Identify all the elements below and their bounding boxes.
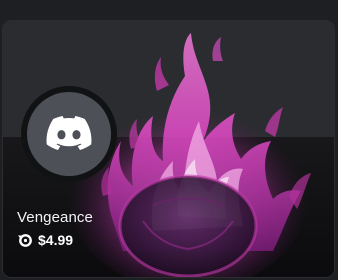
item-name: Vengeance [17,209,93,226]
avatar [27,92,111,176]
orb-icon [17,232,33,248]
avatar-ring [21,86,117,182]
discord-logo-icon [46,116,92,151]
price-row: $4.99 [17,232,73,248]
shop-item-card[interactable]: Vengeance $4.99 [3,21,334,277]
item-price: $4.99 [38,232,74,248]
